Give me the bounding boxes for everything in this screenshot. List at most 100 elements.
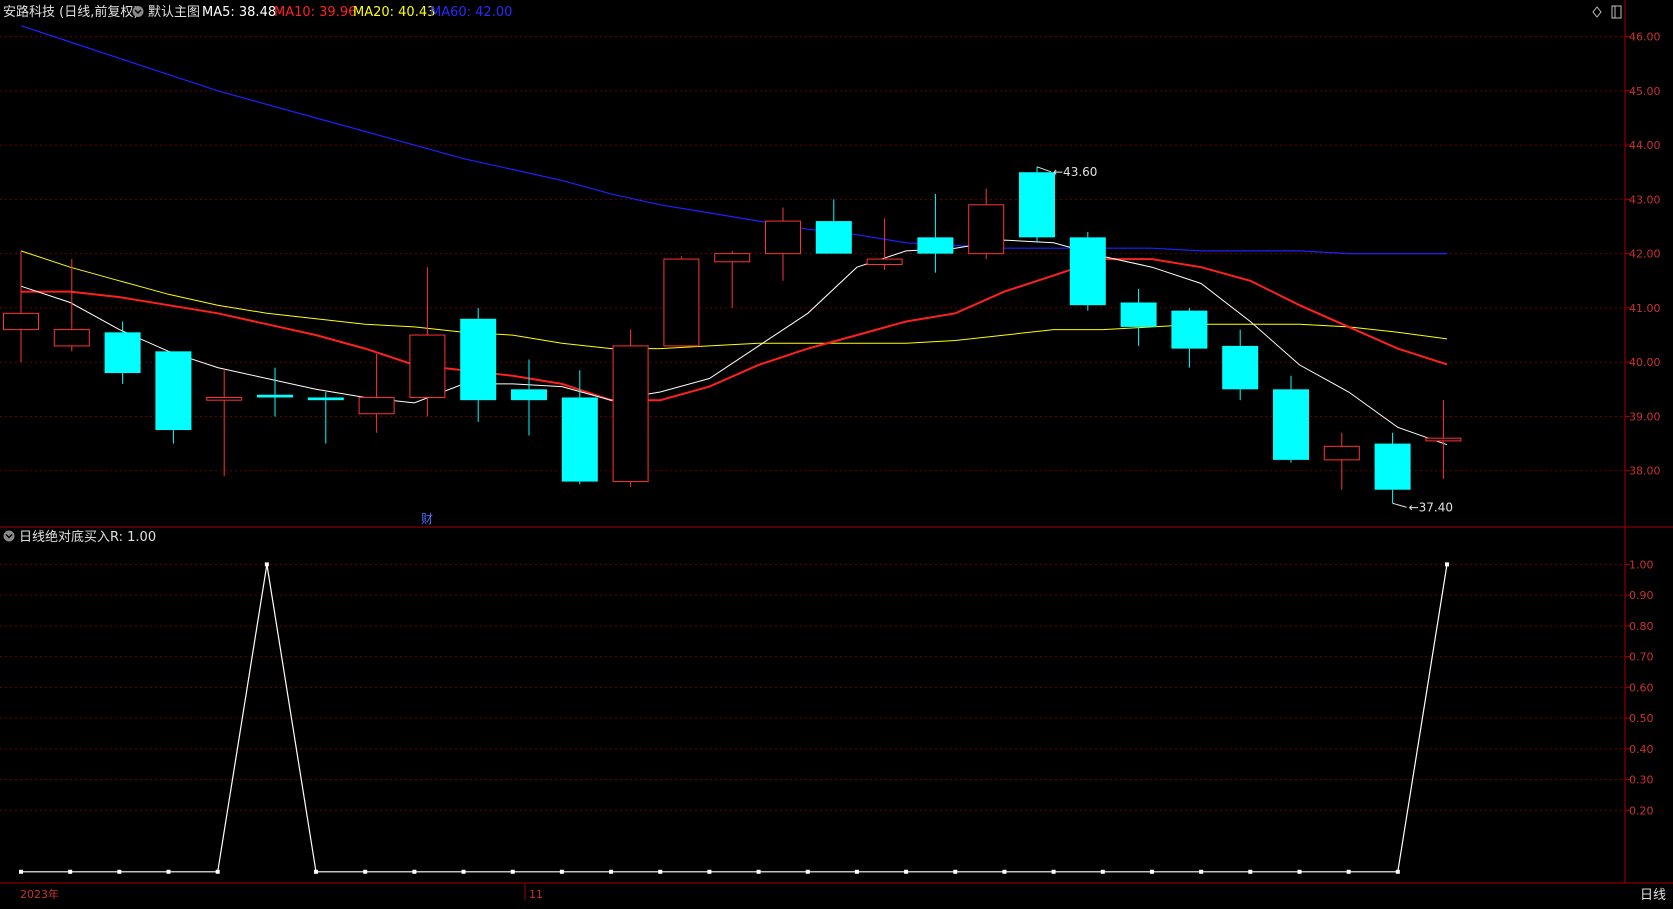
indicator-point[interactable]: [1395, 869, 1400, 874]
indicator-tick-label: 0.90: [1629, 589, 1654, 602]
indicator-point[interactable]: [953, 869, 958, 874]
candle-body: [3, 312, 39, 331]
price-tick-label: 38.00: [1629, 465, 1661, 478]
chart-frame: [0, 0, 1673, 905]
chevron-down-icon[interactable]: [132, 6, 144, 17]
indicator-point[interactable]: [117, 869, 122, 874]
price-axis: 38.00 39.00 40.00 41.00 42.00 43.00 44.00 45.00…: [1625, 31, 1661, 478]
ma10-label: MA10: 39.96: [274, 5, 356, 20]
candle-body: [714, 253, 751, 263]
indicator-point[interactable]: [1051, 869, 1056, 874]
candle-body: [53, 329, 90, 347]
candle-body: [257, 394, 293, 398]
indicator-point[interactable]: [559, 869, 564, 874]
indicator-point[interactable]: [1149, 869, 1154, 874]
indicator-point[interactable]: [363, 869, 368, 874]
candle-up[interactable]: [663, 256, 700, 347]
indicator-point[interactable]: [1002, 869, 1007, 874]
candle-body: [1323, 445, 1360, 461]
indicator-name[interactable]: 日线绝对底: [19, 529, 84, 545]
price-tick-label: 46.00: [1629, 31, 1661, 44]
indicator-point[interactable]: [264, 562, 269, 567]
ma20-label: MA20: 40.43: [353, 5, 435, 20]
candle-body: [409, 334, 446, 398]
ma5-label: MA5: 38.48: [202, 5, 276, 20]
indicator-tick-label: 0.50: [1629, 712, 1654, 725]
indicator-tick-label: 0.30: [1629, 774, 1654, 787]
candle-body: [511, 389, 547, 401]
indicator-point[interactable]: [1297, 869, 1302, 874]
indicator-point[interactable]: [412, 869, 417, 874]
candle-body: [307, 397, 344, 401]
indicator-point[interactable]: [1199, 869, 1204, 874]
candle-body: [765, 220, 801, 255]
candle-down[interactable]: [1069, 231, 1106, 311]
indicator-point[interactable]: [904, 869, 909, 874]
indicator-point[interactable]: [805, 869, 810, 874]
candle-body: [1374, 443, 1411, 490]
indicator-point[interactable]: [314, 869, 319, 874]
price-tick-label: 39.00: [1629, 410, 1661, 423]
indicator-point[interactable]: [1248, 869, 1253, 874]
candle-body: [866, 258, 903, 265]
price-tick-label: 43.00: [1629, 193, 1661, 206]
price-tick-label: 44.00: [1629, 139, 1661, 152]
indicator-point[interactable]: [166, 869, 171, 874]
candle-body: [1069, 237, 1106, 306]
indicator-point[interactable]: [756, 869, 761, 874]
candle-body: [1425, 437, 1462, 442]
indicator-point[interactable]: [1346, 869, 1351, 874]
indicator-tick-label: 1.00: [1629, 558, 1654, 571]
indicator-point[interactable]: [510, 869, 515, 874]
indicator-point[interactable]: [1100, 869, 1105, 874]
candle-body: [968, 204, 1005, 255]
indicator-point[interactable]: [19, 869, 23, 874]
price-tick-label: 41.00: [1629, 302, 1661, 315]
stock-chart[interactable]: 38.00 39.00 40.00 41.00 42.00 43.00 44.00 45.00…: [0, 0, 1673, 905]
year-label: 2023年: [20, 887, 59, 901]
event-marker[interactable]: 财: [421, 512, 433, 526]
ma60-label: MA60: 42.00: [430, 5, 512, 20]
indicator-tick-label: 0.40: [1629, 743, 1654, 756]
candle-body: [155, 351, 192, 431]
candle-body: [663, 258, 700, 347]
candle-body: [460, 318, 497, 401]
month-label: 11: [529, 888, 543, 901]
candle-up[interactable]: [612, 329, 649, 488]
price-tick-label: 40.00: [1629, 356, 1661, 369]
indicator-point[interactable]: [68, 869, 73, 874]
low-price-label: ←37.40: [1409, 500, 1453, 514]
indicator-point[interactable]: [461, 869, 466, 874]
candle-body: [358, 396, 395, 415]
indicator-point[interactable]: [658, 869, 663, 874]
price-tick-label: 42.00: [1629, 248, 1661, 261]
chevron-down-icon[interactable]: [3, 530, 15, 542]
stock-title[interactable]: 安路科技 (日线,前复权): [3, 4, 138, 20]
indicator-tick-label: 0.20: [1629, 804, 1654, 817]
candle-down[interactable]: [1019, 166, 1055, 243]
indicator-tick-label: 0.80: [1629, 620, 1654, 633]
indicator-header: 日线绝对底 买入R: 1.00: [3, 529, 156, 545]
candle-body: [1273, 389, 1309, 460]
indicator-point[interactable]: [707, 869, 712, 874]
indicator-tick-label: 0.70: [1629, 651, 1654, 664]
price-tick-label: 45.00: [1629, 85, 1661, 98]
indicator-point[interactable]: [854, 869, 859, 874]
candle-body: [561, 397, 598, 482]
candle-body: [104, 332, 141, 374]
indicator-point[interactable]: [215, 869, 220, 874]
indicator-point[interactable]: [609, 869, 614, 874]
indicator-point[interactable]: [1445, 562, 1449, 567]
candle-down[interactable]: [155, 351, 192, 444]
candle-body: [612, 345, 649, 483]
candle-body: [815, 221, 852, 254]
main-chart-label[interactable]: 默认主图: [148, 4, 200, 20]
indicator-tick-label: 0.60: [1629, 681, 1654, 694]
candle-body: [1222, 345, 1259, 390]
candle-body: [206, 396, 243, 401]
period-label[interactable]: 日线: [1640, 888, 1666, 903]
candle-body: [1120, 302, 1157, 327]
indicator-axis: 0.20 0.30 0.40 0.50 0.60 0.70 0.80 0.90 1.00: [1625, 558, 1654, 817]
candle-body: [1019, 172, 1055, 238]
candle-body: [1171, 310, 1208, 349]
